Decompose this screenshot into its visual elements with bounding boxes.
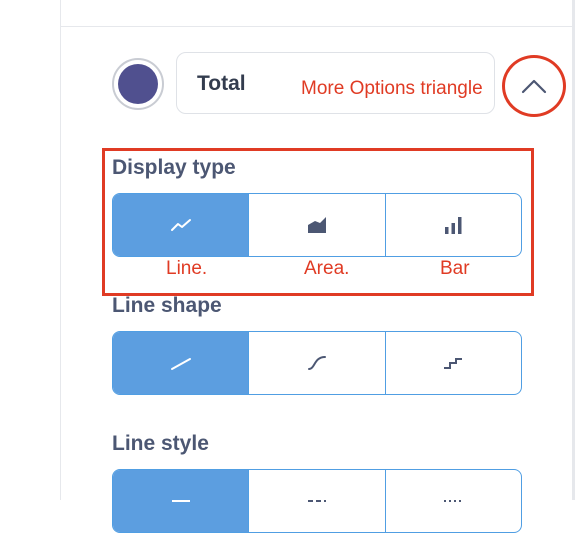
line-style-solid-option[interactable] [113, 470, 250, 532]
sidebar-edge [0, 0, 61, 500]
series-color-fill [118, 64, 158, 104]
step-shape-icon [444, 358, 463, 369]
line-style-title: Line style [112, 432, 209, 455]
line-shape-title: Line shape [112, 294, 222, 317]
line-shape-step-option[interactable] [386, 332, 521, 394]
dotted-line-icon [444, 500, 463, 502]
line-shape-curved-option[interactable] [249, 332, 386, 394]
series-color-swatch[interactable] [112, 58, 164, 110]
line-style-dashed-option[interactable] [249, 470, 386, 532]
linear-shape-icon [170, 358, 191, 370]
line-shape-linear-option[interactable] [113, 332, 250, 394]
line-shape-toggle [112, 331, 522, 395]
dashed-line-icon [307, 500, 326, 502]
chevron-up-icon [521, 79, 547, 94]
curved-shape-icon [307, 356, 326, 370]
series-name-text: Total [197, 72, 246, 95]
display-type-callout [102, 148, 534, 296]
more-options-button[interactable] [502, 55, 566, 117]
solid-line-icon [171, 500, 190, 502]
line-style-toggle [112, 469, 522, 533]
annotation-more-options: More Options triangle [301, 78, 483, 99]
line-style-dotted-option[interactable] [386, 470, 521, 532]
divider [60, 26, 575, 27]
